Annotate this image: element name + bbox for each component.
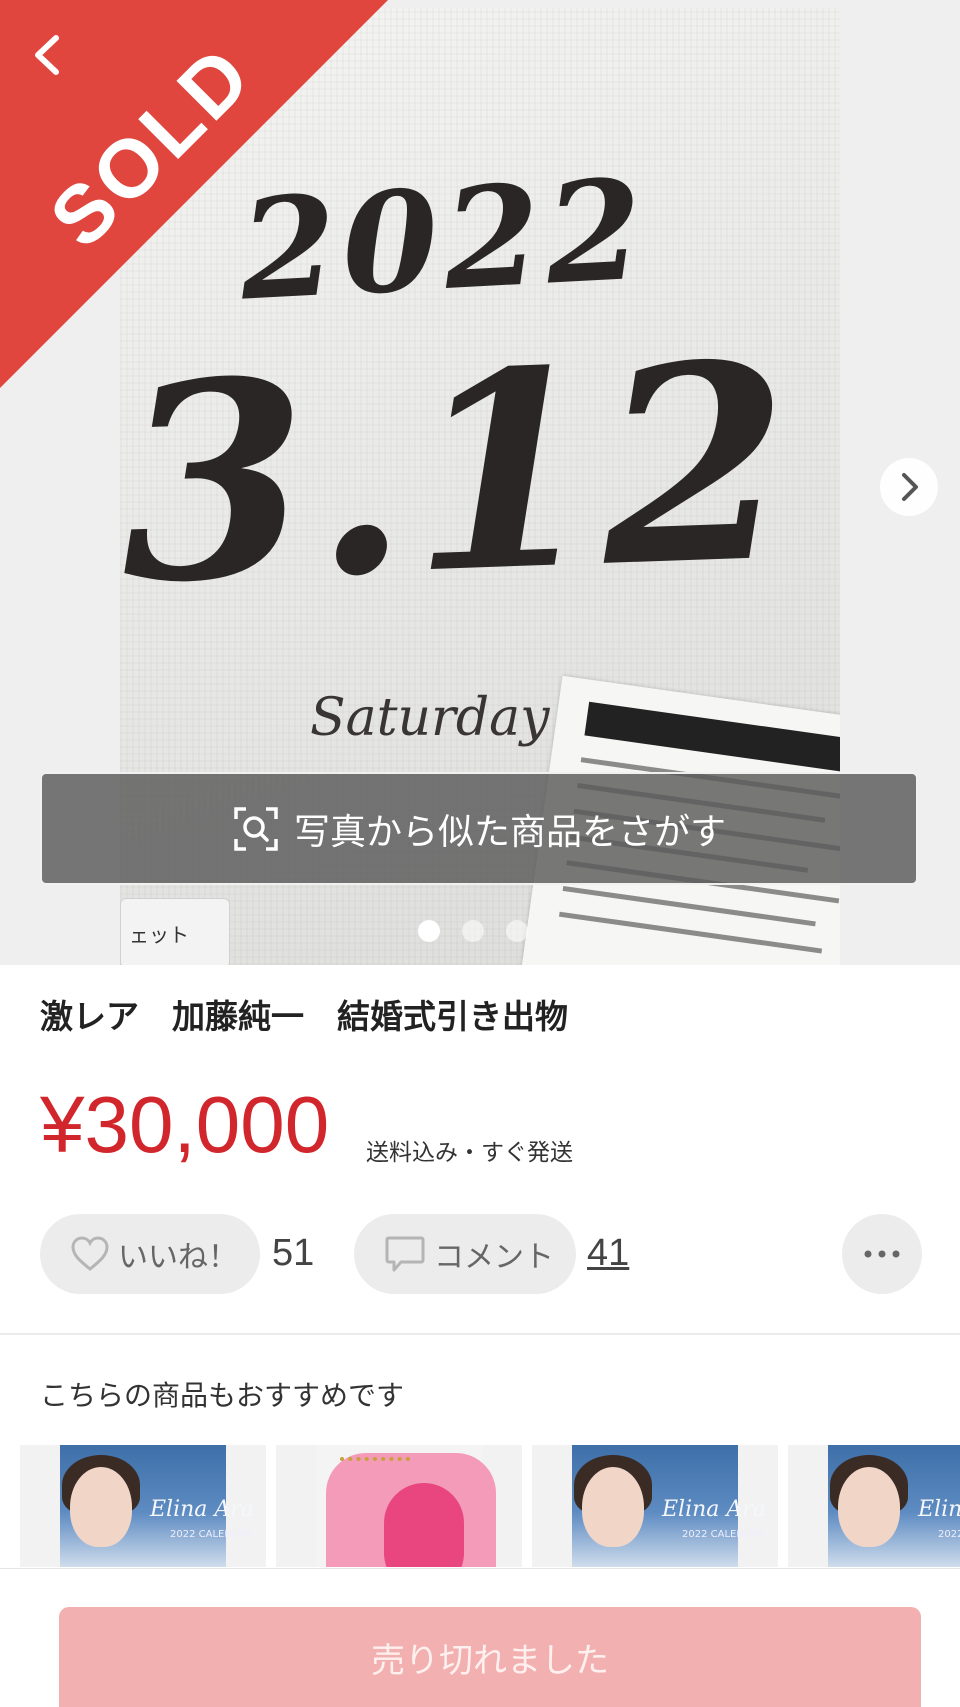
recommended-item[interactable]: Elina Ara 2022 CALENDAR xyxy=(532,1445,778,1567)
recommended-item-brand: Elina Ara xyxy=(918,1497,960,1522)
item-price: ¥30,000 xyxy=(40,1080,330,1169)
recommended-item[interactable] xyxy=(276,1445,522,1567)
more-options-button[interactable] xyxy=(842,1214,922,1294)
comment-bubble-icon xyxy=(385,1236,425,1272)
next-chevron-icon xyxy=(902,473,918,501)
next-image-button[interactable] xyxy=(880,458,938,516)
towel-day-text: Saturday xyxy=(310,688,550,748)
item-title: 激レア 加藤純一 結婚式引き出物 xyxy=(40,997,568,1036)
image-search-label: 写真から似た商品をさがす xyxy=(293,811,726,853)
recommended-item-image: Elina Ara 2022 CALENDAR xyxy=(60,1445,254,1567)
carousel-indicator xyxy=(418,920,528,942)
carousel-dot[interactable] xyxy=(506,920,528,942)
back-chevron-icon xyxy=(35,35,59,75)
like-button[interactable]: いいね！ xyxy=(40,1214,260,1294)
item-photo-carousel[interactable]: 2022 3.12 Saturday ェット SOLD 写真から似た商品をさがす xyxy=(0,0,960,965)
bottom-action-bar: 売り切れました xyxy=(0,1568,960,1707)
comment-count[interactable]: 41 xyxy=(587,1232,629,1275)
shipping-info: 送料込み・すぐ発送 xyxy=(366,1140,573,1166)
image-search-icon xyxy=(234,806,278,851)
more-dots-icon xyxy=(864,1250,900,1258)
recommended-item-image: Elina Ara 2022 CALENDAR xyxy=(572,1445,766,1567)
recommended-item-sub: 2022 CALENDAR xyxy=(170,1529,254,1540)
recommended-item-image xyxy=(316,1445,496,1567)
section-divider xyxy=(0,1333,960,1335)
carousel-dot[interactable] xyxy=(418,920,440,942)
recommended-item-image: Elina Ara 2022 CALENDAR xyxy=(828,1445,960,1567)
heart-icon xyxy=(71,1236,109,1271)
recommended-item-sub: 2022 CALENDAR xyxy=(938,1529,960,1540)
like-count: 51 xyxy=(272,1232,315,1274)
recommendations-title: こちらの商品もおすすめです xyxy=(40,1379,405,1412)
comment-label: コメント xyxy=(434,1240,554,1275)
recommendations-list[interactable]: Elina Ara 2022 CALENDAR Elina Ara 2022 C… xyxy=(20,1445,960,1567)
sold-out-button[interactable]: 売り切れました xyxy=(59,1607,921,1707)
recommended-item-brand: Elina Ara xyxy=(150,1497,254,1522)
recommended-item[interactable]: Elina Ara 2022 CALENDAR xyxy=(20,1445,266,1567)
recommended-item[interactable]: Elina Ara 2022 CALENDAR xyxy=(788,1445,960,1567)
recommended-item-brand: Elina Ara xyxy=(662,1497,766,1522)
comment-button[interactable]: コメント xyxy=(354,1214,576,1294)
carousel-dot[interactable] xyxy=(462,920,484,942)
image-search-button[interactable]: 写真から似た商品をさがす xyxy=(40,772,918,885)
like-label: いいね！ xyxy=(118,1240,238,1275)
recommended-item-sub: 2022 CALENDAR xyxy=(682,1529,766,1540)
back-button[interactable] xyxy=(28,30,78,80)
small-tag: ェット xyxy=(120,898,230,965)
